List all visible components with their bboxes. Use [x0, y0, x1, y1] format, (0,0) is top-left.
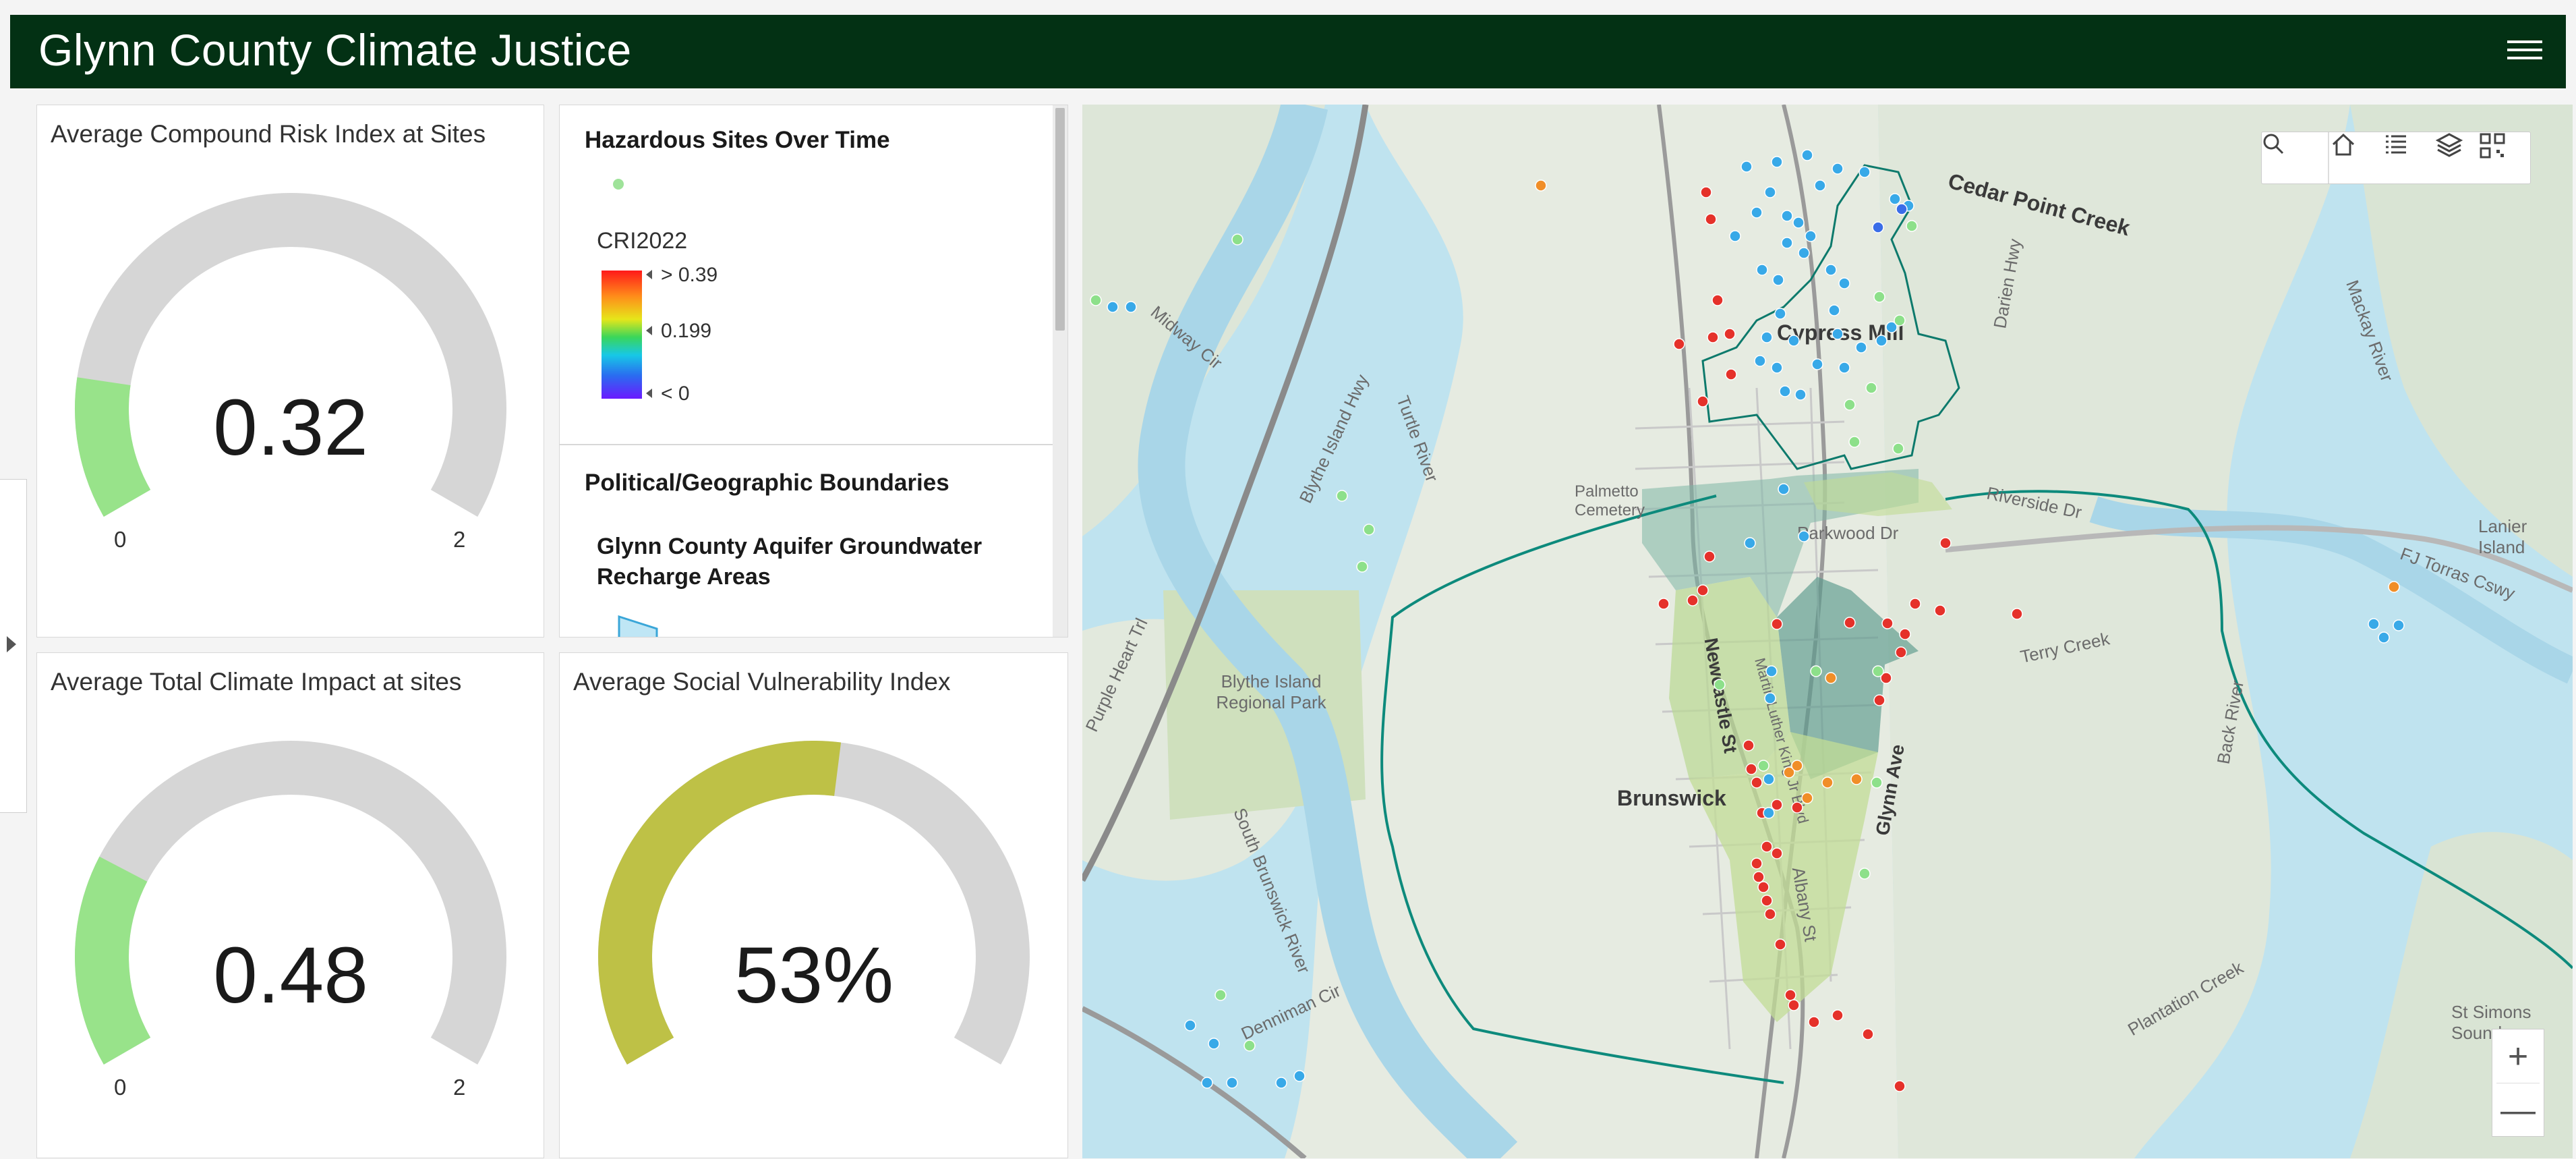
legend-sublayer-title: Glynn County Aquifer Groundwater Recharg… [597, 534, 983, 590]
gauge-fill [75, 377, 151, 517]
legend-polygon-symbol [618, 615, 658, 637]
gauge-max-label: 2 [453, 1075, 466, 1100]
gauge-title: Average Compound Risk Index at Sites [51, 120, 486, 148]
search-icon[interactable] [2262, 132, 2314, 183]
gauge-min-label: 0 [114, 527, 127, 552]
legend-list-icon[interactable] [2383, 132, 2436, 183]
gauge-value: 0.32 [213, 383, 368, 472]
home-icon[interactable] [2331, 132, 2383, 183]
qr-code-icon[interactable] [2479, 132, 2531, 183]
map-label-cypress-mill: Cypress Mill [1777, 320, 1904, 345]
legend-scrollbar[interactable] [1053, 105, 1067, 637]
ramp-label-high: > 0.39 [661, 264, 718, 286]
gauge-fill [75, 856, 151, 1065]
zoom-out-button[interactable]: — [2492, 1083, 2544, 1137]
hamburger-menu-icon[interactable] [2507, 35, 2542, 67]
ramp-label-low: < 0 [661, 383, 690, 405]
map-label-palmetto: Palmetto Cemetery [1575, 482, 1645, 519]
ramp-tick [646, 389, 652, 398]
gauge-value: 0.48 [213, 931, 368, 1020]
map-toolbar [2261, 132, 2531, 184]
gauge-card-climate-impact: Average Total Climate Impact at sites 0.… [36, 652, 544, 1158]
gauge-max-label: 2 [453, 527, 466, 552]
map-label-parkwood: Parkwood Dr [1797, 523, 1899, 543]
gauge-card-compound-risk: Average Compound Risk Index at Sites 0.3… [36, 105, 544, 638]
app-title: Glynn County Climate Justice [38, 25, 632, 75]
gauge-title: Average Total Climate Impact at sites [51, 668, 462, 696]
map-label-park: Blythe Island Regional Park [1216, 671, 1326, 712]
ramp-tick [646, 270, 652, 279]
app-header: Glynn County Climate Justice [10, 15, 2566, 88]
map-label-lanier: Lanier Island [2478, 516, 2527, 557]
legend-layer-title: Political/Geographic Boundaries [585, 470, 949, 496]
gauge-title: Average Social Vulnerability Index [573, 668, 951, 696]
map-label-city: Brunswick [1617, 786, 1726, 810]
zoom-control: + — [2492, 1029, 2544, 1137]
ramp-label-mid: 0.199 [661, 320, 712, 342]
legend-color-ramp [602, 271, 642, 399]
gauge-value: 53% [734, 931, 894, 1020]
zoom-in-button[interactable]: + [2492, 1029, 2544, 1083]
side-panel-toggle[interactable] [0, 479, 27, 813]
gauge-min-label: 0 [114, 1075, 127, 1100]
legend-field-name: CRI2022 [597, 228, 688, 254]
map-view[interactable]: Brunswick Blythe Island Regional Park Cy… [1082, 105, 2573, 1158]
legend-point-symbol [613, 179, 624, 190]
toolbar-divider [2328, 132, 2329, 183]
ramp-tick [646, 326, 652, 335]
legend-divider [560, 444, 1059, 445]
caret-right-icon [7, 636, 16, 652]
legend-layer-title: Hazardous Sites Over Time [585, 127, 890, 153]
legend-panel[interactable]: Hazardous Sites Over Time CRI2022 > 0.39… [559, 105, 1068, 638]
gauge-card-social-vulnerability: Average Social Vulnerability Index 53% [559, 652, 1068, 1158]
